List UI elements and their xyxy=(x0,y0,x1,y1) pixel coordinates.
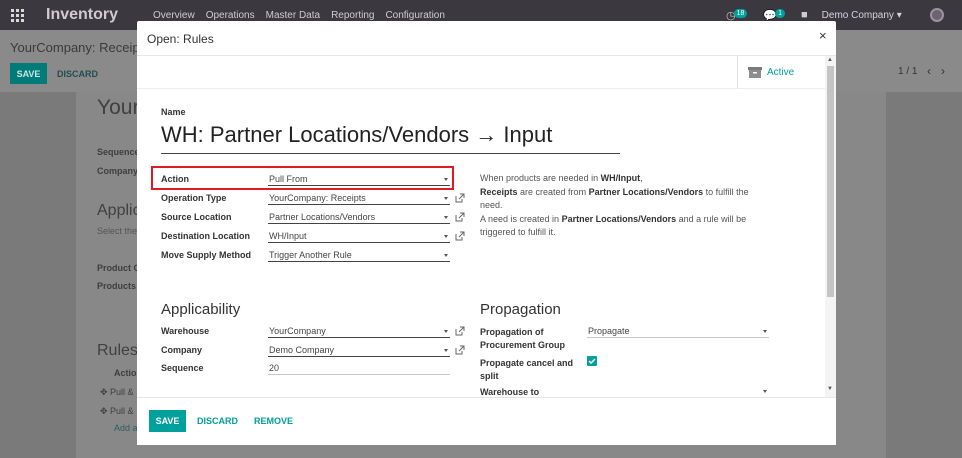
bg-field-products: Products xyxy=(97,281,137,291)
chevron-down-icon xyxy=(444,349,448,352)
menu-configuration[interactable]: Configuration xyxy=(385,10,444,21)
destination-location-label: Destination Location xyxy=(161,231,251,241)
source-location-field[interactable]: Partner Locations/Vendors xyxy=(268,210,450,224)
button-box: Active xyxy=(137,56,825,89)
operation-type-field[interactable]: YourCompany: Receipts xyxy=(268,191,450,205)
chevron-down-icon xyxy=(444,254,448,257)
scrollbar-thumb[interactable] xyxy=(827,66,834,297)
chevron-down-icon xyxy=(444,235,448,238)
company-icon: ■ xyxy=(801,9,808,21)
sequence-input[interactable]: 20 xyxy=(268,361,450,375)
messages-badge: 1 xyxy=(775,8,786,18)
bg-field-sequence: Sequence xyxy=(97,147,140,157)
close-icon[interactable]: × xyxy=(819,28,827,43)
move-supply-method-label: Move Supply Method xyxy=(161,250,251,260)
bg-add-line[interactable]: Add a xyxy=(114,423,138,433)
scroll-down-icon[interactable]: ▼ xyxy=(827,386,833,392)
warehouse-to-label: Warehouse to xyxy=(480,387,540,397)
remove-button[interactable]: REMOVE xyxy=(254,416,293,426)
menu-overview[interactable]: Overview xyxy=(153,10,195,21)
breadcrumb[interactable]: YourCompany: Receipts xyxy=(10,40,150,55)
chevron-down-icon xyxy=(763,330,767,333)
pager-value[interactable]: 1 / 1 xyxy=(898,66,917,77)
source-location-label: Source Location xyxy=(161,212,232,222)
external-link-icon[interactable] xyxy=(455,212,465,222)
active-toggle-button[interactable]: Active xyxy=(737,56,825,89)
company-label: Company xyxy=(161,345,203,355)
dialog-footer: SAVE DISCARD REMOVE xyxy=(137,397,836,445)
dialog-title: Open: Rules xyxy=(147,32,214,46)
external-link-icon[interactable] xyxy=(455,231,465,241)
pager-arrows[interactable]: ‹› xyxy=(927,64,955,78)
propagation-group-label: Propagation of Procurement Group xyxy=(480,327,566,350)
bg-applicability-hint: Select the xyxy=(97,226,138,236)
external-link-icon[interactable] xyxy=(455,193,465,203)
save-button[interactable]: SAVE xyxy=(149,410,186,432)
activity-clock-icon[interactable]: ◷18 xyxy=(726,8,749,22)
destination-location-field[interactable]: WH/Input xyxy=(268,229,450,243)
applicability-heading: Applicability xyxy=(161,301,241,318)
rules-dialog: Open: Rules × Active Name WH: Partner Lo… xyxy=(137,21,836,445)
archive-icon xyxy=(748,67,762,78)
activity-badge: 18 xyxy=(733,8,748,18)
external-link-icon[interactable] xyxy=(455,345,465,355)
app-brand[interactable]: Inventory xyxy=(46,6,118,24)
dialog-body: Active Name WH: Partner Locations/Vendor… xyxy=(137,56,836,397)
menu-master-data[interactable]: Master Data xyxy=(266,10,320,21)
chevron-down-icon xyxy=(444,216,448,219)
chevron-down-icon xyxy=(444,330,448,333)
bg-rule-row-2[interactable]: ✥ Pull & xyxy=(100,406,134,417)
menu-operations[interactable]: Operations xyxy=(206,10,255,21)
menu-reporting[interactable]: Reporting xyxy=(331,10,374,21)
bg-form-title: Your xyxy=(97,96,140,119)
messages-icon[interactable]: 💬1 xyxy=(763,8,787,22)
rule-help-text: When products are needed in WH/Input, Re… xyxy=(480,173,749,237)
operation-type-label: Operation Type xyxy=(161,193,227,203)
dialog-scrollbar[interactable]: ▲ ▼ xyxy=(825,56,836,397)
chevron-down-icon xyxy=(444,197,448,200)
action-highlight-box xyxy=(151,166,454,190)
company-switcher[interactable]: Demo Company ▾ xyxy=(822,10,902,21)
bg-rule-row-1[interactable]: ✥ Pull & xyxy=(100,387,134,398)
external-link-icon[interactable] xyxy=(455,326,465,336)
propagation-heading: Propagation xyxy=(480,301,561,318)
warehouse-to-select[interactable] xyxy=(587,384,769,397)
bg-field-company: Company xyxy=(97,166,139,176)
sequence-label: Sequence xyxy=(161,363,204,373)
active-label: Active xyxy=(767,67,795,78)
user-avatar[interactable] xyxy=(929,8,944,22)
propagate-cancel-label: Propagate cancel and split xyxy=(480,358,574,381)
move-supply-method-select[interactable]: Trigger Another Rule xyxy=(268,248,450,262)
name-field[interactable]: WH: Partner Locations/Vendors → Input xyxy=(161,122,620,154)
propagation-group-select[interactable]: Propagate xyxy=(587,324,769,338)
warehouse-field[interactable]: YourCompany xyxy=(268,324,450,338)
scroll-up-icon[interactable]: ▲ xyxy=(827,57,833,63)
bg-rules-title: Rules xyxy=(97,342,138,359)
apps-grid-icon[interactable] xyxy=(11,9,24,22)
warehouse-label: Warehouse xyxy=(161,326,210,336)
bg-discard-button[interactable]: DISCARD xyxy=(57,69,98,79)
chevron-down-icon xyxy=(763,390,767,393)
checkmark-icon xyxy=(588,358,596,365)
dialog-header: Open: Rules × xyxy=(137,21,836,56)
propagate-cancel-checkbox[interactable] xyxy=(587,356,597,366)
discard-button[interactable]: DISCARD xyxy=(197,416,238,426)
name-label: Name xyxy=(161,107,186,117)
bg-save-button[interactable]: SAVE xyxy=(10,63,47,84)
company-field[interactable]: Demo Company xyxy=(268,343,450,357)
main-menu: Overview Operations Master Data Reportin… xyxy=(153,10,456,21)
bg-section-applicability: Applic xyxy=(97,202,141,219)
bg-field-product-category: Product C xyxy=(97,263,141,273)
